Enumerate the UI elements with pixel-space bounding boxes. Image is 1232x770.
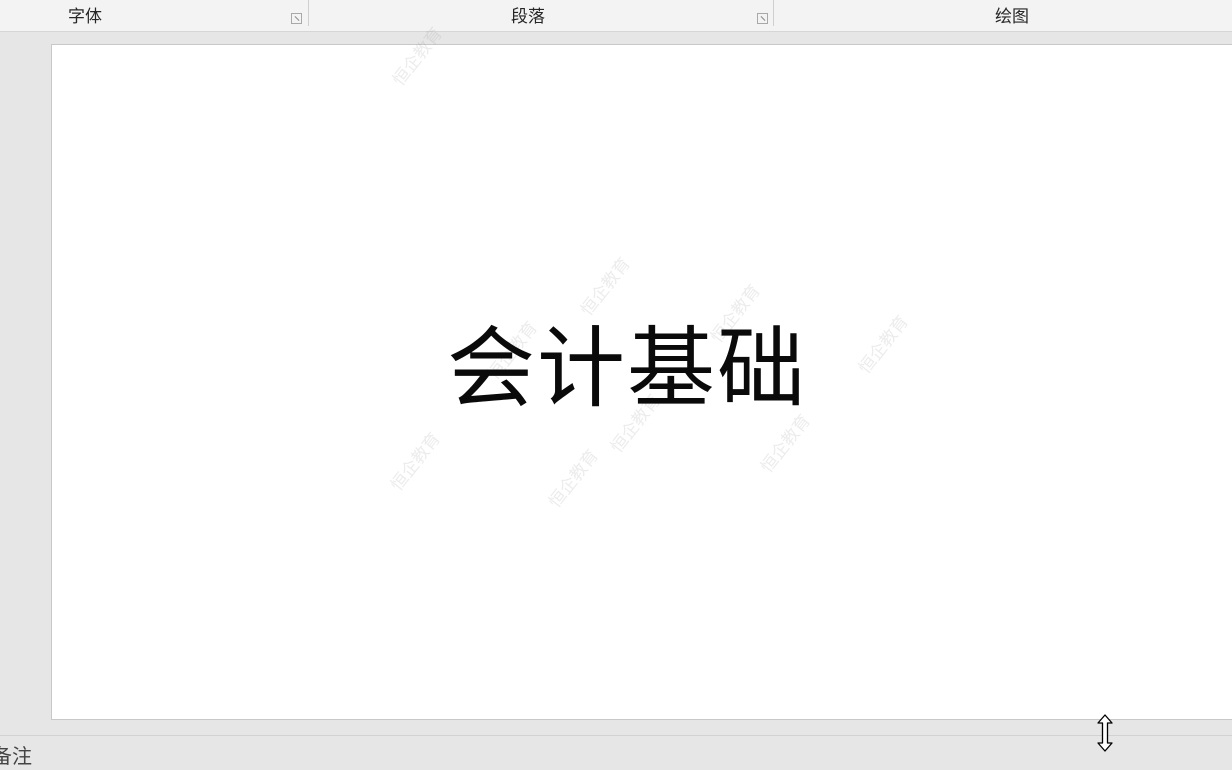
notes-toggle-button[interactable]: 备注 xyxy=(0,744,32,768)
status-bar: 备注 xyxy=(0,735,1232,770)
watermark: 恒企教育 xyxy=(545,446,603,512)
slide-canvas[interactable]: 恒企教育 恒企教育 恒企教育 恒企教育 恒企教育 恒企教育 恒企教育 恒企教育 … xyxy=(51,24,1232,720)
font-dialog-launcher-icon[interactable] xyxy=(291,13,302,24)
ribbon-group-labels: 字体 段落 绘图 xyxy=(0,0,1232,32)
ribbon-group-drawing-label: 绘图 xyxy=(995,7,1029,27)
ribbon-group-separator xyxy=(773,0,774,26)
ribbon-group-paragraph-label: 段落 xyxy=(511,7,545,27)
vertical-resize-cursor-icon xyxy=(1097,714,1113,752)
watermark: 恒企教育 xyxy=(577,254,635,320)
ribbon-group-font-label: 字体 xyxy=(68,7,102,27)
watermark: 恒企教育 xyxy=(387,429,445,495)
paragraph-dialog-launcher-icon[interactable] xyxy=(757,13,768,24)
ribbon-group-separator xyxy=(308,0,309,26)
slide-title-text[interactable]: 会计基础 xyxy=(447,314,807,424)
watermark: 恒企教育 xyxy=(855,312,913,378)
